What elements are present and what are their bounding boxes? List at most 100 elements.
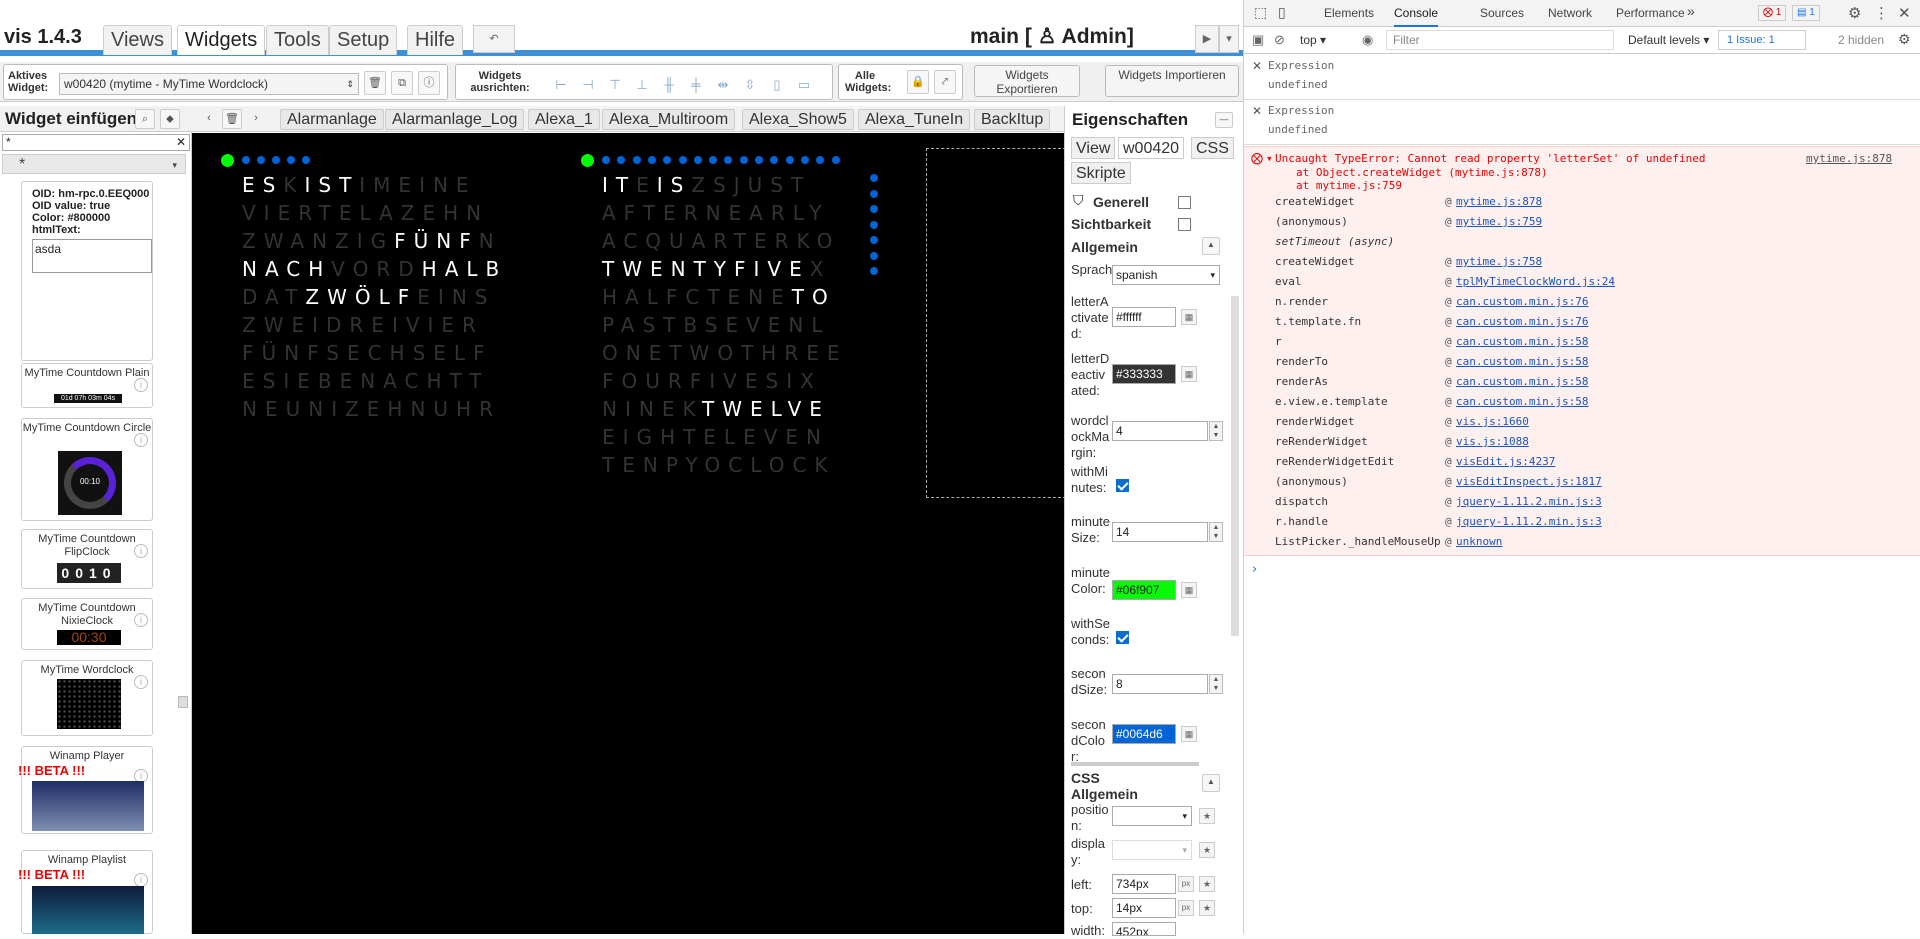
stack-frame-link[interactable]: visEditInspect.js:1817 xyxy=(1456,475,1602,488)
widget-filter-input[interactable]: * ✕ xyxy=(2,134,190,151)
info-icon[interactable]: i xyxy=(134,433,148,447)
tab-widget[interactable]: w00420 xyxy=(1118,137,1185,159)
select-position[interactable]: ▾ xyxy=(1112,806,1192,826)
tab-sources[interactable]: Sources xyxy=(1480,6,1524,20)
tab-alexa-multiroom[interactable]: Alexa_Multiroom xyxy=(602,109,736,130)
sidebar-toggle-icon[interactable]: ▣ xyxy=(1252,32,1264,48)
settings-icon[interactable]: ⚙ xyxy=(1848,4,1861,22)
stack-frame-link[interactable]: visEdit.js:4237 xyxy=(1456,455,1555,468)
color-picker-icon[interactable]: ▦ xyxy=(1181,582,1197,598)
undo-icon[interactable]: ↶ xyxy=(473,25,515,53)
stack-frame-link[interactable]: mytime.js:758 xyxy=(1456,255,1542,268)
info-icon[interactable]: i xyxy=(134,544,148,558)
stack-frame-link[interactable]: can.custom.min.js:76 xyxy=(1456,315,1588,328)
input-second-color[interactable]: #0064d6 xyxy=(1112,724,1176,744)
import-widgets-button[interactable]: Widgets Importieren xyxy=(1105,65,1239,97)
color-picker-icon[interactable]: ▦ xyxy=(1181,309,1197,325)
live-expression[interactable]: ✕ Expression undefined xyxy=(1244,55,1920,100)
tag-icon[interactable]: ⬥ xyxy=(160,109,180,129)
section-generell[interactable]: Generell xyxy=(1093,194,1243,210)
inspect-icon[interactable]: ⬚ xyxy=(1254,5,1267,21)
stack-frame-link[interactable]: vis.js:1088 xyxy=(1456,435,1529,448)
spinner-icon[interactable]: ▲ ▼ xyxy=(1209,674,1223,694)
tab-network[interactable]: Network xyxy=(1548,6,1592,20)
active-widget-select[interactable]: w00420 (mytime - MyTime Wordclock) ⇕ xyxy=(59,73,359,95)
stack-frame-link[interactable]: vis.js:1660 xyxy=(1456,415,1529,428)
console-filter-input[interactable]: Filter xyxy=(1386,30,1614,50)
align-top-icon[interactable]: ⊤ xyxy=(606,78,624,92)
align-center-v-icon[interactable]: ╫ xyxy=(660,78,678,92)
same-height-icon[interactable]: ▭ xyxy=(795,78,813,92)
tab-alarmanlage[interactable]: Alarmanlage xyxy=(280,109,384,130)
menu-setup[interactable]: Setup xyxy=(329,25,398,55)
tab-css[interactable]: CSS xyxy=(1191,137,1234,159)
search-icon[interactable]: ⌕ xyxy=(135,109,155,129)
spinner-icon[interactable]: ▲ ▼ xyxy=(1209,421,1223,441)
stack-frame-link[interactable]: jquery-1.11.2.min.js:3 xyxy=(1456,515,1602,528)
error-source-link[interactable]: mytime.js:878 xyxy=(1806,152,1892,165)
widget-countdown-plain[interactable]: MyTime Countdown Plain i 01d 07h 03m 04s xyxy=(21,363,153,408)
trash-icon[interactable]: 🗑 xyxy=(222,109,242,129)
input-second-size[interactable]: 8 xyxy=(1112,674,1208,694)
input-minute-size[interactable]: 14 xyxy=(1112,522,1208,542)
console-settings-icon[interactable]: ⚙ xyxy=(1898,31,1911,48)
tab-elements[interactable]: Elements xyxy=(1324,6,1374,20)
palette-scroll-handle[interactable] xyxy=(178,696,188,708)
info-icon[interactable]: ⓘ xyxy=(418,71,440,95)
message-count-badge[interactable]: ▤ 1 xyxy=(1792,5,1820,21)
stack-frame-link[interactable]: can.custom.min.js:58 xyxy=(1456,335,1588,348)
stack-frame-link[interactable]: can.custom.min.js:58 xyxy=(1456,355,1588,368)
section-sichtbarkeit[interactable]: Sichtbarkeit xyxy=(1071,216,1221,232)
stack-frame-link[interactable]: mytime.js:878 xyxy=(1456,195,1542,208)
stack-frame-link[interactable]: can.custom.min.js:76 xyxy=(1456,295,1588,308)
device-icon[interactable]: ▯ xyxy=(1278,5,1286,21)
align-left-icon[interactable]: ⊢ xyxy=(552,78,570,92)
stack-frame-link[interactable]: can.custom.min.js:58 xyxy=(1456,375,1588,388)
menu-views[interactable]: Views xyxy=(103,25,172,55)
external-link-icon[interactable]: ⤤ xyxy=(934,70,956,94)
tab-alexa-1[interactable]: Alexa_1 xyxy=(528,109,600,130)
issues-button[interactable]: 1 Issue: 1 xyxy=(1718,30,1806,50)
info-icon[interactable]: i xyxy=(134,378,148,392)
stack-frame-link[interactable]: mytime.js:759 xyxy=(1456,215,1542,228)
html-widget-preview[interactable]: OID: hm-rpc.0.EEQ000 OID value: true Col… xyxy=(21,181,153,361)
tab-console[interactable]: Console xyxy=(1394,6,1439,27)
star-icon[interactable]: ★ xyxy=(1199,808,1215,824)
select-display[interactable]: ▾ xyxy=(1112,840,1192,860)
menu-widgets[interactable]: Widgets xyxy=(177,25,266,55)
info-icon[interactable]: i xyxy=(134,613,148,627)
align-bottom-icon[interactable]: ⊥ xyxy=(633,78,651,92)
star-icon[interactable]: ★ xyxy=(1199,900,1215,916)
close-icon[interactable]: ✕ xyxy=(1252,59,1262,73)
widget-wordclock[interactable]: MyTime Wordclock i xyxy=(21,660,153,736)
collapse-icon[interactable]: — xyxy=(1215,112,1233,128)
input-wordclock-margin[interactable]: 4 xyxy=(1112,421,1208,441)
tab-alexa-tunein[interactable]: Alexa_TuneIn xyxy=(858,109,971,130)
info-icon[interactable]: i xyxy=(134,675,148,689)
stack-frame-link[interactable]: jquery-1.11.2.min.js:3 xyxy=(1456,495,1602,508)
panel-scroll-h[interactable] xyxy=(1071,762,1199,766)
tab-backitup[interactable]: BackItup xyxy=(974,109,1051,130)
wordclock-german[interactable]: ESKISTIMEINE VIERTELAZEHN ZWANZIGFÜNFN NACH… xyxy=(242,171,507,423)
distribute-h-icon[interactable]: ⇹ xyxy=(714,78,732,92)
input-minute-color[interactable]: #06f907 xyxy=(1112,580,1176,600)
chevron-right-icon[interactable]: › xyxy=(247,109,265,129)
delete-icon[interactable]: 🗑 xyxy=(364,71,386,95)
dropdown-icon[interactable]: ▾ xyxy=(1219,25,1239,53)
tab-view[interactable]: View xyxy=(1071,137,1116,159)
align-center-h-icon[interactable]: ╪ xyxy=(687,78,705,92)
distribute-v-icon[interactable]: ⇳ xyxy=(741,78,759,92)
input-top[interactable]: 14px xyxy=(1112,898,1176,918)
chevron-up-icon[interactable]: ▲ xyxy=(1202,237,1220,255)
expression-label[interactable]: Expression xyxy=(1268,104,1334,117)
widget-countdown-flipclock[interactable]: MyTime Countdown FlipClock i 0010 xyxy=(21,529,153,589)
close-icon[interactable]: ✕ xyxy=(1898,4,1911,22)
more-tabs-icon[interactable]: » xyxy=(1687,3,1695,19)
export-widgets-button[interactable]: Widgets Exportieren xyxy=(974,65,1080,97)
star-icon[interactable]: ★ xyxy=(1199,842,1215,858)
eye-icon[interactable]: ◉ xyxy=(1362,32,1373,48)
menu-hilfe[interactable]: Hilfe xyxy=(407,25,464,55)
live-expression[interactable]: ✕ Expression undefined xyxy=(1244,100,1920,145)
copy-icon[interactable]: ⧉ xyxy=(391,71,413,95)
star-icon[interactable]: ★ xyxy=(1199,876,1215,892)
